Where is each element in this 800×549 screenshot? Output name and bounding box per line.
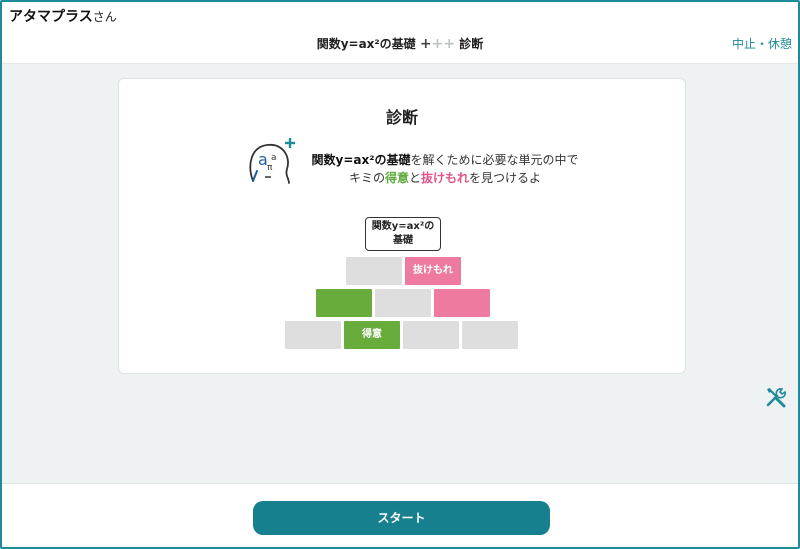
user-name-suffix: さん: [92, 10, 117, 24]
description-line-1-text: を解くために必要な単元の中で: [410, 153, 579, 167]
tools-icon[interactable]: [765, 386, 787, 408]
user-name-text: アタマプラス: [9, 9, 93, 25]
description-lesson-name: 関数y=ax²の基礎: [311, 153, 411, 167]
description-text-b: と: [408, 171, 421, 185]
card-description: 関数y=ax²の基礎を解くために必要な単元の中で キミの得意と抜けもれを見つける…: [305, 151, 585, 187]
description-strength: 得意: [384, 171, 409, 185]
character-letter-small: a: [271, 153, 277, 163]
pyramid-goal-line-1: 関数y=ax²の: [371, 221, 435, 232]
character-symbol: π: [267, 163, 273, 173]
pyramid-block-weakness: [434, 289, 490, 317]
pyramid-block: [403, 321, 459, 349]
atama-character-icon: a a π: [249, 138, 295, 184]
start-button[interactable]: スタート: [253, 501, 550, 535]
pyramid-block: [375, 289, 431, 317]
header: アタマプラスさん 関数y=ax²の基礎 +++ 診断 中止・休憩: [2, 2, 798, 64]
description-text-c: を見つけるよ: [469, 171, 542, 185]
app-frame: アタマプラスさん 関数y=ax²の基礎 +++ 診断 中止・休憩 診断 a a …: [0, 0, 800, 549]
lesson-title: 関数y=ax²の基礎: [316, 37, 416, 51]
pyramid-block: [462, 321, 518, 349]
pyramid-block-weakness: 抜けもれ: [405, 257, 461, 285]
lesson-title-bar: 関数y=ax²の基礎 +++ 診断: [2, 35, 798, 52]
description-text-a: キミの: [348, 171, 385, 185]
footer: スタート: [2, 483, 798, 547]
description-weakness: 抜けもれ: [421, 171, 470, 185]
lesson-level-active: +: [419, 36, 432, 52]
pyramid-block: [285, 321, 341, 349]
description-line-1: 関数y=ax²の基礎を解くために必要な単元の中で: [305, 151, 585, 169]
diagnosis-card: 診断 a a π 関数y=ax²の基礎を解くために必要な単元の中で キミの得意と…: [118, 78, 686, 374]
card-title: 診断: [385, 108, 418, 127]
pause-button[interactable]: 中止・休憩: [732, 35, 792, 52]
lesson-level-inactive: ++: [431, 36, 456, 52]
pyramid-goal-line-2: 基礎: [393, 235, 413, 246]
lesson-mode: 診断: [459, 37, 484, 51]
pyramid-goal: 関数y=ax²の 基礎: [365, 217, 441, 251]
user-name: アタマプラスさん: [9, 6, 117, 26]
description-line-2: キミの得意と抜けもれを見つけるよ: [305, 169, 585, 187]
pyramid-block-strength: [316, 289, 372, 317]
pyramid-block-strength: 得意: [344, 321, 400, 349]
pyramid-block: [346, 257, 402, 285]
